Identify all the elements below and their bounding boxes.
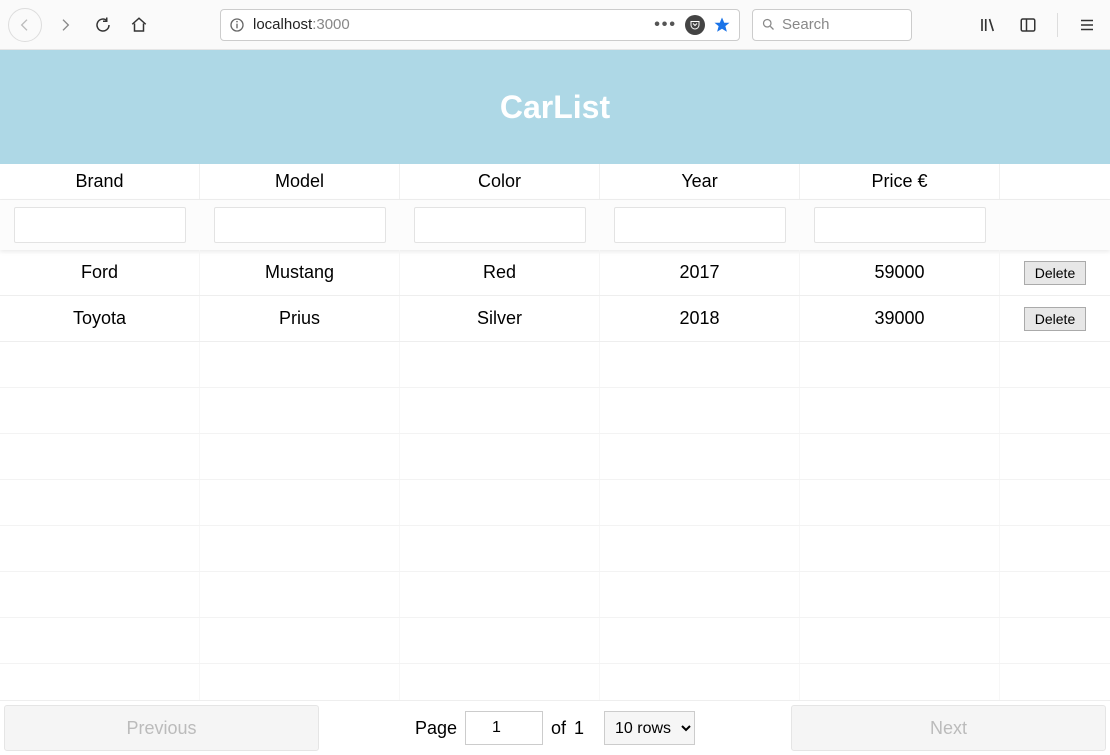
column-header-color[interactable]: Color xyxy=(400,164,600,199)
cell-brand: Toyota xyxy=(0,296,200,341)
url-host: localhost xyxy=(253,16,312,33)
library-button[interactable] xyxy=(973,10,1003,40)
delete-button[interactable]: Delete xyxy=(1024,261,1086,285)
reload-button[interactable] xyxy=(88,10,118,40)
total-pages: 1 xyxy=(574,718,584,739)
cell-model: Prius xyxy=(200,296,400,341)
previous-button[interactable]: Previous xyxy=(4,705,319,751)
divider xyxy=(1057,13,1058,37)
home-button[interactable] xyxy=(124,10,154,40)
page-label: Page xyxy=(415,718,457,739)
back-button[interactable] xyxy=(8,8,42,42)
cell-brand: Ford xyxy=(0,250,200,295)
cell-price: 59000 xyxy=(800,250,1000,295)
info-icon xyxy=(229,17,245,33)
arrow-left-icon xyxy=(17,17,33,33)
sidebar-button[interactable] xyxy=(1013,10,1043,40)
filter-input-model[interactable] xyxy=(214,207,387,243)
filter-input-year[interactable] xyxy=(614,207,787,243)
bookmark-star-icon[interactable] xyxy=(713,16,731,34)
empty-row xyxy=(0,434,1110,480)
menu-button[interactable] xyxy=(1072,10,1102,40)
table-filter-row xyxy=(0,200,1110,250)
cell-year: 2017 xyxy=(600,250,800,295)
arrow-right-icon xyxy=(57,17,73,33)
url-port: :3000 xyxy=(312,16,350,33)
browser-toolbar: localhost:3000 ••• Search xyxy=(0,0,1110,50)
cell-color: Silver xyxy=(400,296,600,341)
app-header: CarList xyxy=(0,50,1110,164)
page-number-input[interactable] xyxy=(465,711,543,745)
delete-button[interactable]: Delete xyxy=(1024,307,1086,331)
sidebar-icon xyxy=(1019,16,1037,34)
empty-row xyxy=(0,480,1110,526)
empty-row xyxy=(0,388,1110,434)
next-button[interactable]: Next xyxy=(791,705,1106,751)
reload-icon xyxy=(94,16,112,34)
table-header-row: Brand Model Color Year Price € xyxy=(0,164,1110,200)
forward-button[interactable] xyxy=(48,8,82,42)
search-icon xyxy=(761,17,776,32)
table-row: Ford Mustang Red 2017 59000 Delete xyxy=(0,250,1110,296)
browser-search-box[interactable]: Search xyxy=(752,9,912,41)
rows-per-page-select[interactable]: 10 rows xyxy=(604,711,695,745)
column-header-model[interactable]: Model xyxy=(200,164,400,199)
page-title: CarList xyxy=(500,89,610,126)
cell-color: Red xyxy=(400,250,600,295)
column-header-price[interactable]: Price € xyxy=(800,164,1000,199)
column-header-action xyxy=(1000,164,1110,199)
more-icon[interactable]: ••• xyxy=(654,16,677,34)
cell-year: 2018 xyxy=(600,296,800,341)
column-header-year[interactable]: Year xyxy=(600,164,800,199)
car-table: Brand Model Color Year Price € Ford Must… xyxy=(0,164,1110,710)
filter-input-color[interactable] xyxy=(414,207,587,243)
filter-input-price[interactable] xyxy=(814,207,987,243)
empty-row xyxy=(0,618,1110,664)
pagination-bar: Previous Page of 1 10 rows Next xyxy=(0,700,1110,755)
filter-input-brand[interactable] xyxy=(14,207,187,243)
pocket-icon[interactable] xyxy=(685,15,705,35)
empty-row xyxy=(0,526,1110,572)
of-label: of xyxy=(551,718,566,739)
empty-row xyxy=(0,342,1110,388)
empty-row xyxy=(0,572,1110,618)
cell-model: Mustang xyxy=(200,250,400,295)
table-row: Toyota Prius Silver 2018 39000 Delete xyxy=(0,296,1110,342)
column-header-brand[interactable]: Brand xyxy=(0,164,200,199)
url-text: localhost:3000 xyxy=(253,16,646,33)
cell-price: 39000 xyxy=(800,296,1000,341)
hamburger-icon xyxy=(1078,16,1096,34)
url-bar[interactable]: localhost:3000 ••• xyxy=(220,9,740,41)
search-placeholder: Search xyxy=(782,16,830,33)
home-icon xyxy=(130,16,148,34)
library-icon xyxy=(979,16,997,34)
